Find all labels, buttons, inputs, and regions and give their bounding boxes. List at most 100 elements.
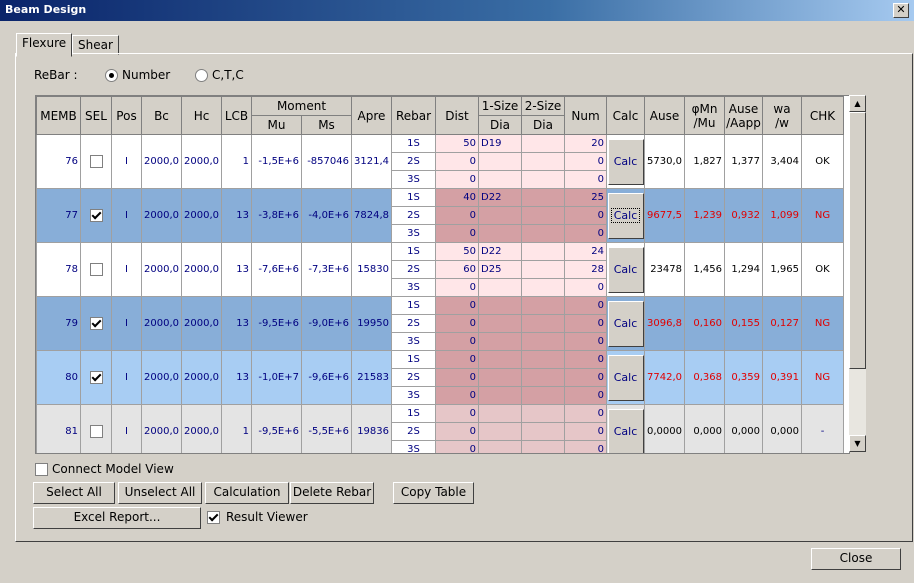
sel-cell[interactable] [80, 350, 112, 405]
dist-cell[interactable]: 0 [435, 404, 479, 423]
scroll-up-button[interactable]: ▲ [849, 95, 866, 112]
sel-cell[interactable] [80, 404, 112, 453]
num-cell[interactable]: 0 [564, 404, 607, 423]
dist-cell[interactable]: 0 [435, 152, 479, 171]
table-row[interactable]: 79 I 2000,0 2000,0 13 -9,5E+6 -9,0E+6 19950 1S 0 0… [36, 296, 844, 351]
dia2-cell[interactable] [521, 332, 565, 351]
dia2-cell[interactable] [521, 368, 565, 387]
calculation-button[interactable]: Calculation [205, 482, 289, 504]
col-2-size[interactable]: 2-Size [521, 96, 565, 116]
row-calc-button[interactable]: Calc [607, 138, 644, 185]
dia2-cell[interactable] [521, 314, 565, 333]
dia2-cell[interactable] [521, 134, 565, 153]
dia1-cell[interactable] [478, 404, 522, 423]
col-lcb[interactable]: LCB [221, 96, 252, 135]
col-pos[interactable]: Pos [111, 96, 142, 135]
row-select-checkbox[interactable] [89, 371, 103, 384]
row-calc-button[interactable]: Calc [607, 192, 644, 239]
dist-cell[interactable]: 60 [435, 260, 479, 279]
dist-cell[interactable]: 50 [435, 242, 479, 261]
num-cell[interactable]: 28 [564, 260, 607, 279]
connect-model-view-checkbox[interactable] [35, 463, 48, 476]
num-cell[interactable]: 24 [564, 242, 607, 261]
num-cell[interactable]: 20 [564, 134, 607, 153]
dist-cell[interactable]: 0 [435, 170, 479, 189]
dia1-cell[interactable] [478, 350, 522, 369]
dia1-cell[interactable]: D25 [478, 260, 522, 279]
col-ms[interactable]: Ms [301, 115, 352, 135]
rebar-number-label[interactable]: Number [122, 68, 170, 82]
sel-cell[interactable] [80, 188, 112, 243]
result-viewer-checkbox[interactable] [207, 511, 220, 524]
dist-cell[interactable]: 0 [435, 368, 479, 387]
num-cell[interactable]: 0 [564, 224, 607, 243]
num-cell[interactable]: 0 [564, 296, 607, 315]
num-cell[interactable]: 0 [564, 440, 607, 453]
sel-cell[interactable] [80, 296, 112, 351]
row-select-checkbox[interactable] [89, 209, 103, 222]
col-rebar[interactable]: Rebar [391, 96, 436, 135]
col-bc[interactable]: Bc [141, 96, 182, 135]
excel-report-button[interactable]: Excel Report... [33, 507, 201, 529]
num-cell[interactable]: 0 [564, 350, 607, 369]
dia2-cell[interactable] [521, 224, 565, 243]
num-cell[interactable]: 0 [564, 314, 607, 333]
table-vertical-scrollbar[interactable]: ▲ ▼ [849, 95, 866, 452]
col-chk[interactable]: CHK [801, 96, 844, 135]
row-calc-button[interactable]: Calc [607, 354, 644, 401]
connect-model-view-label[interactable]: Connect Model View [52, 462, 174, 476]
dia1-cell[interactable] [478, 422, 522, 441]
col-sel[interactable]: SEL [80, 96, 112, 135]
window-close-button[interactable]: ✕ [893, 3, 909, 18]
tab-shear[interactable]: Shear [72, 35, 119, 55]
scroll-down-button[interactable]: ▼ [849, 435, 866, 452]
dist-cell[interactable]: 0 [435, 350, 479, 369]
sel-cell[interactable] [80, 242, 112, 297]
col-wa-w[interactable]: wa/w [762, 96, 802, 135]
dist-cell[interactable]: 0 [435, 314, 479, 333]
col-num[interactable]: Num [564, 96, 607, 135]
dia1-cell[interactable] [478, 152, 522, 171]
dist-cell[interactable]: 50 [435, 134, 479, 153]
dia1-cell[interactable] [478, 386, 522, 405]
row-calc-button[interactable]: Calc [607, 408, 644, 453]
dia1-cell[interactable] [478, 278, 522, 297]
dia2-cell[interactable] [521, 278, 565, 297]
unselect-all-button[interactable]: Unselect All [118, 482, 202, 504]
num-cell[interactable]: 0 [564, 152, 607, 171]
dia1-cell[interactable] [478, 440, 522, 453]
table-row[interactable]: 78 I 2000,0 2000,0 13 -7,6E+6 -7,3E+6 15830 1S 50… [36, 242, 844, 297]
col-1-size[interactable]: 1-Size [478, 96, 522, 116]
col-memb[interactable]: MEMB [36, 96, 81, 135]
dia2-cell[interactable] [521, 422, 565, 441]
table-row[interactable]: 81 I 2000,0 2000,0 1 -9,5E+6 -5,5E+6 19836 1S 0 0 C… [36, 404, 844, 453]
select-all-button[interactable]: Select All [33, 482, 115, 504]
copy-table-button[interactable]: Copy Table [393, 482, 474, 504]
dia2-cell[interactable] [521, 188, 565, 207]
row-select-checkbox[interactable] [89, 425, 103, 438]
dia1-cell[interactable]: D22 [478, 188, 522, 207]
table-row[interactable]: 80 I 2000,0 2000,0 13 -1,0E+7 -9,6E+6 21583 1S 0 0… [36, 350, 844, 405]
row-select-checkbox[interactable] [89, 317, 103, 330]
dist-cell[interactable]: 0 [435, 224, 479, 243]
rebar-ctc-label[interactable]: C,T,C [212, 68, 244, 82]
dia2-cell[interactable] [521, 152, 565, 171]
col-ause[interactable]: Ause [644, 96, 685, 135]
num-cell[interactable]: 0 [564, 170, 607, 189]
num-cell[interactable]: 0 [564, 332, 607, 351]
dia1-cell[interactable] [478, 170, 522, 189]
dia1-cell[interactable] [478, 224, 522, 243]
num-cell[interactable]: 25 [564, 188, 607, 207]
num-cell[interactable]: 0 [564, 368, 607, 387]
dia1-cell[interactable]: D19 [478, 134, 522, 153]
row-select-checkbox[interactable] [89, 155, 103, 168]
dia2-cell[interactable] [521, 440, 565, 453]
dia2-cell[interactable] [521, 404, 565, 423]
dia2-cell[interactable] [521, 296, 565, 315]
dia2-cell[interactable] [521, 350, 565, 369]
row-calc-button[interactable]: Calc [607, 300, 644, 347]
num-cell[interactable]: 0 [564, 386, 607, 405]
dia2-cell[interactable] [521, 170, 565, 189]
col-dist[interactable]: Dist [435, 96, 479, 135]
close-button[interactable]: Close [811, 548, 901, 570]
